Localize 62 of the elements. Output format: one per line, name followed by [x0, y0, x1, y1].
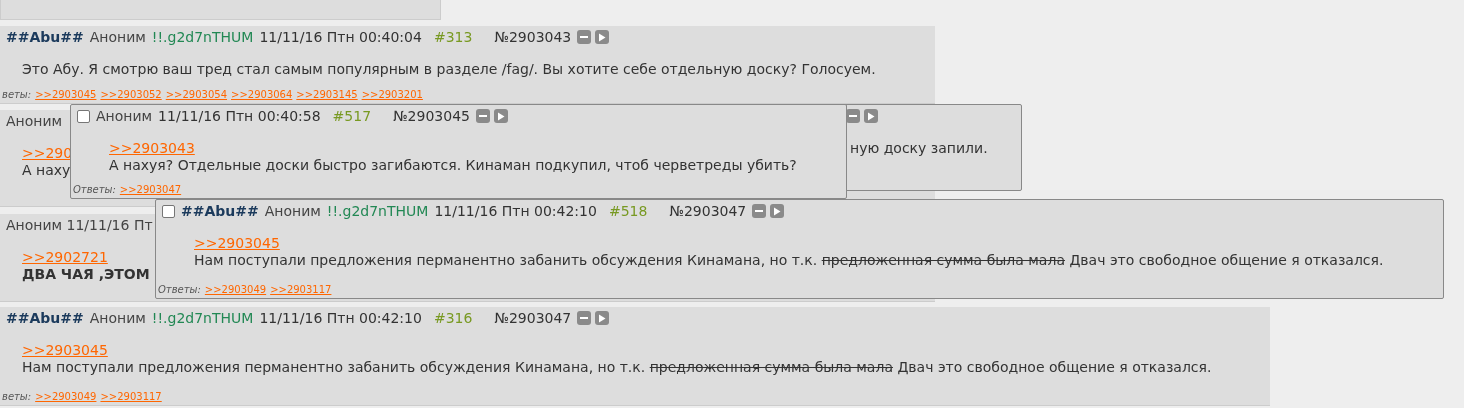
poster-name: Аноним — [89, 308, 146, 328]
post-count: #518 — [608, 201, 648, 221]
expand-button[interactable] — [864, 109, 878, 123]
post-number[interactable]: №2903047 — [494, 307, 572, 329]
post-text: А наху — [22, 162, 71, 179]
reply-link[interactable]: >>2903045 — [22, 342, 108, 359]
post-text: Это Абу. Я смотрю ваш тред стал самым популярным в разделе /fag/. Вы хотите себе отдельную доску? Голосуем. — [22, 61, 876, 78]
post-number[interactable]: №2903045 — [393, 105, 470, 127]
reply-link[interactable]: >>2903117 — [270, 284, 332, 296]
post-text: Нам поступали предложения перманентно забанить обсуждения Кинамана, но т.к. предложенная сумма была мала Двач это свободное общение я отказался. — [194, 252, 1384, 269]
poster-name: Аноним 11/11/16 Пт — [6, 215, 153, 235]
reply-link[interactable]: >>2903043 — [109, 140, 195, 157]
hide-button[interactable] — [476, 109, 490, 123]
post-date: 11/11/16 Птн 00:42:10 — [434, 201, 597, 221]
expand-button[interactable] — [494, 109, 508, 123]
post-count: #517 — [332, 106, 372, 126]
poster-capcode: ##Abu## — [6, 308, 84, 328]
reply-link[interactable]: >>2903201 — [361, 89, 423, 101]
post-date: 11/11/16 Птн 00:40:04 — [259, 27, 422, 47]
post-count: #316 — [433, 308, 473, 328]
post-count: #313 — [433, 27, 473, 47]
poster-name: Аноним — [6, 111, 63, 131]
poster-capcode: ##Abu## — [181, 201, 259, 221]
post-text: Нам поступали предложения перманентно забанить обсуждения Кинамана, но т.к. предложенная сумма была мала Двач это свободное общение я отказался. — [22, 359, 1212, 376]
post-text: ДВА ЧАЯ ,ЭТОМ — [22, 266, 150, 283]
tripcode: !!.g2d7nTHUM — [151, 308, 254, 328]
post-number[interactable]: №2903043 — [494, 26, 572, 48]
reply-link[interactable]: >>290 — [22, 145, 73, 162]
replies-label: Ответы: — [73, 184, 116, 196]
replies-label: веты: — [2, 89, 32, 101]
hide-button[interactable] — [752, 204, 767, 218]
replies-label: Ответы: — [158, 284, 201, 296]
reply-link[interactable]: >>2903145 — [296, 89, 358, 101]
reply-link[interactable]: >>2903049 — [35, 391, 97, 403]
reply-link[interactable]: >>2903045 — [35, 89, 97, 101]
expand-button[interactable] — [595, 311, 610, 325]
reply-link[interactable]: >>2903052 — [100, 89, 162, 101]
poster-name: Аноним — [89, 27, 146, 47]
post-text: А нахуя? Отдельные доски быстро загибаются. Кинаман подкупил, чтоб черветреды убить? — [109, 157, 797, 174]
reply-link[interactable]: >>2903045 — [194, 235, 280, 252]
expand-button[interactable] — [595, 30, 610, 44]
post-text: ную доску запили. — [850, 140, 988, 157]
hide-button[interactable] — [577, 30, 592, 44]
post-date: 11/11/16 Птн 00:42:10 — [259, 308, 422, 328]
tripcode: !!.g2d7nTHUM — [326, 201, 429, 221]
post-checkbox[interactable] — [162, 204, 175, 218]
replies-label: веты: — [2, 391, 32, 403]
reply-link[interactable]: >>2903047 — [119, 184, 182, 196]
reply-link[interactable]: >>2903049 — [204, 284, 267, 296]
poster-capcode: ##Abu## — [6, 27, 84, 47]
reply-link[interactable]: >>2903117 — [100, 391, 162, 403]
tripcode: !!.g2d7nTHUM — [151, 27, 254, 47]
poster-name: Аноним — [264, 201, 321, 221]
reply-link[interactable]: >>2903064 — [231, 89, 293, 101]
post-date: 11/11/16 Птн 00:40:58 — [158, 106, 321, 126]
reply-link[interactable]: >>2902721 — [22, 249, 108, 266]
post-number[interactable]: №2903047 — [669, 200, 747, 222]
reply-link[interactable]: >>2903054 — [165, 89, 228, 101]
poster-name: Аноним — [96, 106, 153, 126]
expand-button[interactable] — [770, 204, 785, 218]
post-checkbox[interactable] — [77, 109, 90, 123]
hide-button[interactable] — [577, 311, 592, 325]
